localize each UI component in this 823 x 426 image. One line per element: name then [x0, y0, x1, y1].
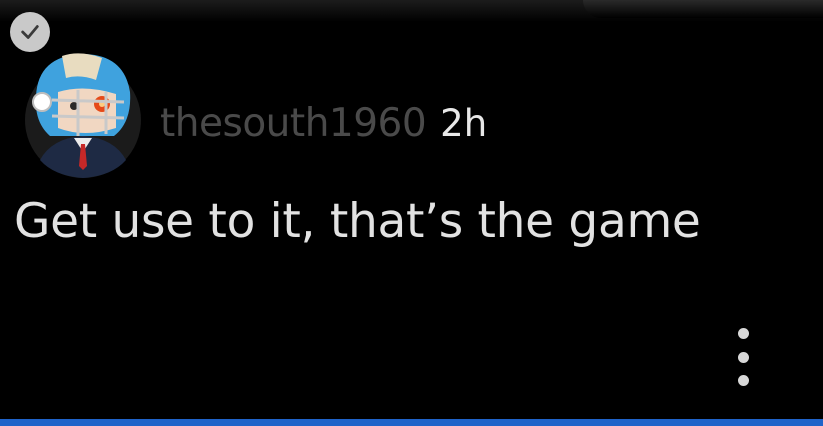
menu-dot: [737, 351, 749, 363]
top-edge-shadow-right: [583, 0, 823, 18]
football-helmet-avatar: [25, 53, 141, 178]
menu-dot: [737, 375, 749, 386]
username-link[interactable]: thesouth1960: [160, 101, 427, 146]
comment-timestamp: 2h: [440, 102, 488, 145]
menu-dot: [737, 328, 749, 339]
more-vertical-icon[interactable]: [728, 328, 758, 386]
comment-header: thesouth1960 2h: [160, 101, 487, 146]
comment-body: Get use to it, that’s the game: [14, 194, 701, 249]
avatar[interactable]: [22, 40, 144, 180]
bottom-accent-bar: [0, 419, 823, 426]
